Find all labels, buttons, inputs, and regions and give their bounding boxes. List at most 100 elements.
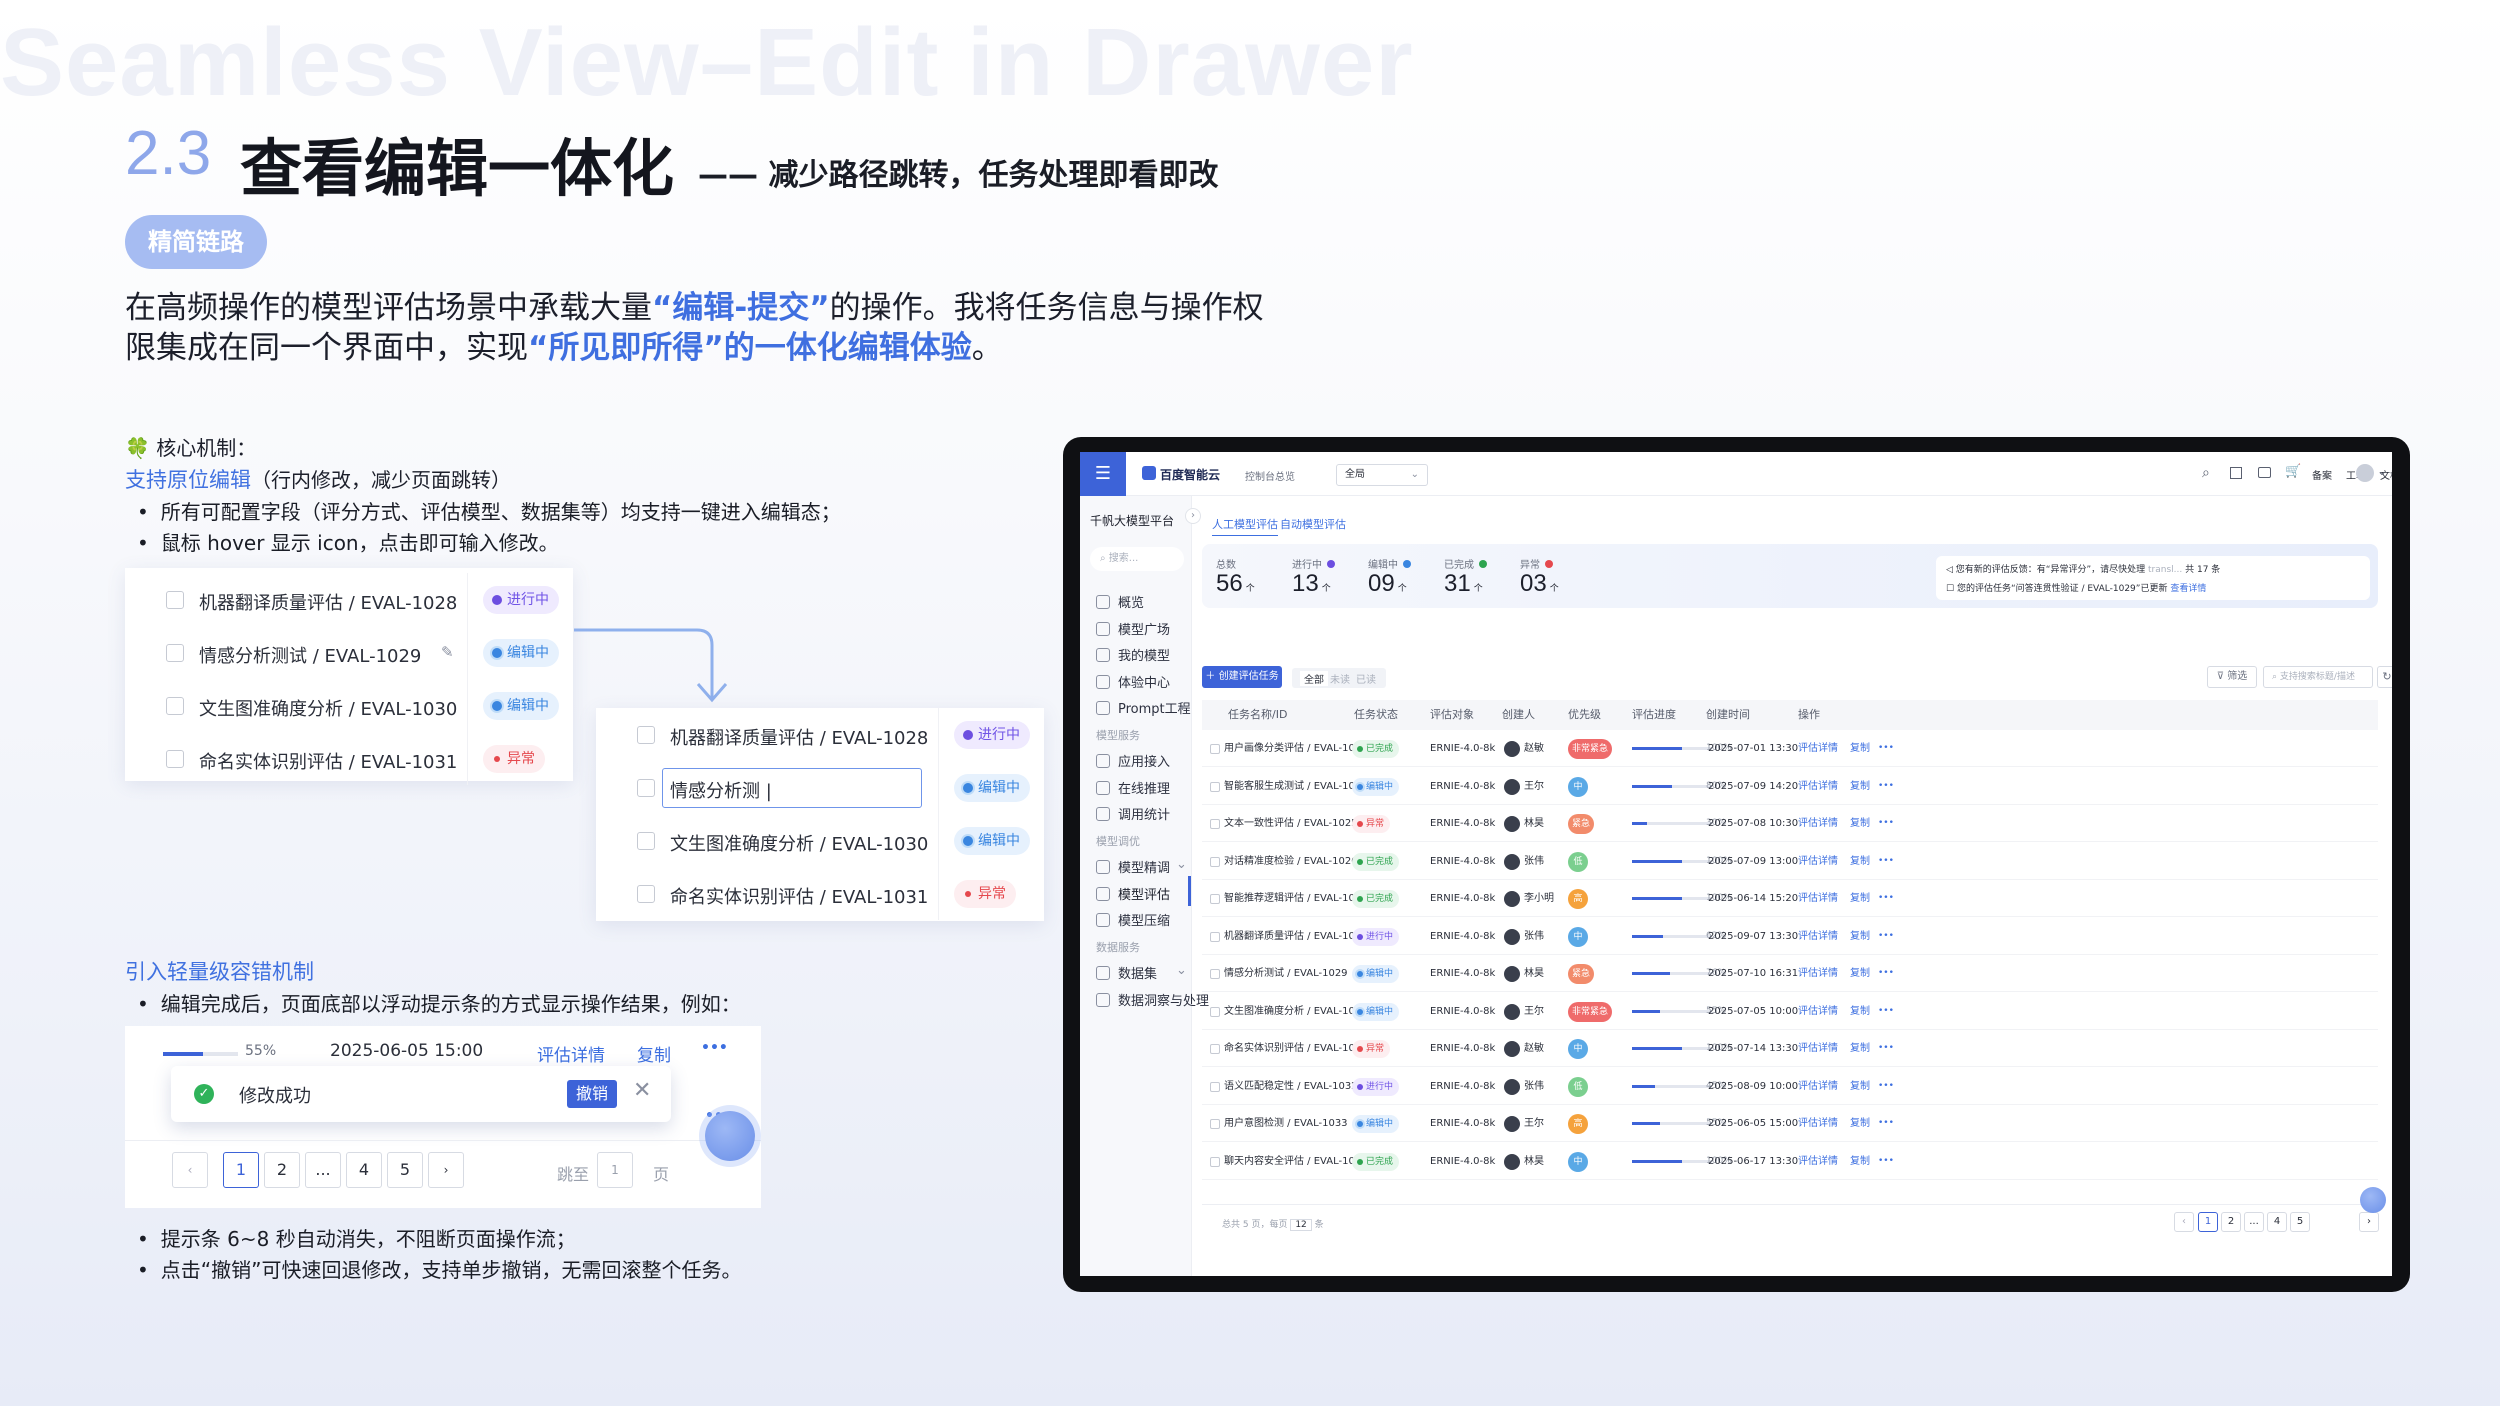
detail-link[interactable]: 评估详情 <box>537 1041 605 1066</box>
message-icon[interactable] <box>2258 467 2271 478</box>
page-button[interactable]: 2 <box>2221 1212 2241 1232</box>
copy-link[interactable]: 复制 <box>1850 730 1870 767</box>
table-row[interactable]: 用户画像分类评估 / EVAL-1023 已完成 ERNIE-4.0-8k 赵敏 非常紧… <box>1202 730 2378 767</box>
next-page-button[interactable]: › <box>2359 1212 2379 1232</box>
column-header[interactable]: 操作 <box>1798 700 1820 730</box>
sidebar-item[interactable]: 数据洞察与处理 <box>1096 990 1209 1009</box>
sidebar-item[interactable]: 调用统计 <box>1096 804 1170 823</box>
table-row[interactable]: 智能客服生成测试 / EVAL-1024 编辑中 ERNIE-4.0-8k 王尔中 80… <box>1202 768 2378 805</box>
copy-link[interactable]: 复制 <box>1850 1105 1870 1142</box>
notice-item[interactable]: ☐ 您的评估任务“问答连贯性验证 / EVAL-1029”已更新 查看详情 <box>1946 581 2206 594</box>
column-header[interactable]: 任务名称/ID <box>1228 700 1287 730</box>
notice-item[interactable]: ◁ 您有新的评估反馈：有“异常评分”，请尽快处理 transl... 共 17 … <box>1946 562 2220 575</box>
column-header[interactable]: 创建人 <box>1502 700 1535 730</box>
row-checkbox[interactable] <box>1210 744 1220 754</box>
next-page-button[interactable]: › <box>428 1152 464 1188</box>
more-icon[interactable]: ••• <box>701 1040 728 1056</box>
row-checkbox[interactable] <box>1210 1119 1220 1129</box>
more-icon[interactable]: ••• <box>1878 880 1894 917</box>
table-row[interactable]: 对话精准度检验 / EVAL-1026 已完成 ERNIE-4.0-8k 张伟低 100… <box>1202 843 2378 880</box>
sidebar-item[interactable]: 模型压缩 <box>1096 910 1170 929</box>
qrcode-icon[interactable] <box>2230 467 2242 479</box>
undo-button[interactable]: 撤销 <box>567 1080 617 1108</box>
table-row[interactable]: 智能推荐逻辑评估 / EVAL-1027 已完成 ERNIE-4.0-8k 李小明高 1… <box>1202 880 2378 917</box>
more-icon[interactable]: ••• <box>1878 805 1894 842</box>
checkbox[interactable] <box>637 778 655 797</box>
detail-link[interactable]: 评估详情 <box>1798 843 1838 880</box>
checkbox[interactable] <box>166 643 184 662</box>
close-icon[interactable]: ✕ <box>633 1078 651 1103</box>
list-item[interactable]: 命名实体识别评估 / EVAL-1031 异常 <box>125 732 573 785</box>
detail-link[interactable]: 评估详情 <box>1798 1105 1838 1142</box>
list-item[interactable]: 机器翻译质量评估 / EVAL-1028 进行中 <box>596 708 1044 761</box>
page-button[interactable]: ... <box>2244 1212 2264 1232</box>
topnav-item[interactable]: 备案 <box>2312 471 2332 482</box>
table-row[interactable]: 用户意图检测 / EVAL-1033 编辑中 ERNIE-4.0-8k 王尔高 55% 2… <box>1202 1105 2378 1142</box>
sidebar-item[interactable]: 我的模型 <box>1096 645 1170 664</box>
copy-link[interactable]: 复制 <box>1850 805 1870 842</box>
filter-unread[interactable]: 未读 <box>1330 671 1350 686</box>
list-item[interactable]: 文生图准确度分析 / EVAL-1030 编辑中 <box>125 679 573 732</box>
table-search-input[interactable]: ⌕ 支持搜索标题/描述 <box>2263 666 2373 688</box>
sidebar-item[interactable]: Prompt工程 ⌄ <box>1096 698 1191 717</box>
checkbox[interactable] <box>166 749 184 768</box>
detail-link[interactable]: 评估详情 <box>1798 1143 1838 1180</box>
sidebar-item[interactable]: 体验中心 <box>1096 672 1170 691</box>
list-item[interactable]: 情感分析测 | 编辑中 <box>596 761 1044 814</box>
list-item[interactable]: 文生图准确度分析 / EVAL-1030 编辑中 <box>596 814 1044 867</box>
page-button[interactable]: 5 <box>2290 1212 2310 1232</box>
sidebar-item[interactable]: 概览 <box>1096 592 1144 611</box>
search-icon[interactable]: ⌕ <box>2202 465 2210 481</box>
detail-link[interactable]: 评估详情 <box>1798 880 1838 917</box>
page-button[interactable]: 5 <box>387 1152 423 1188</box>
column-header[interactable]: 创建时间 <box>1706 700 1750 730</box>
row-checkbox[interactable] <box>1210 856 1220 867</box>
detail-link[interactable]: 评估详情 <box>1798 1030 1838 1067</box>
assistant-icon[interactable] <box>2360 1187 2386 1213</box>
table-row[interactable]: 机器翻译质量评估 / EVAL-1028 进行中 ERNIE-4.0-8k 张伟中 62… <box>1202 918 2378 955</box>
create-task-button[interactable]: ＋ 创建评估任务 <box>1202 666 1282 688</box>
copy-link[interactable]: 复制 <box>1850 993 1870 1030</box>
table-row[interactable]: 语义匹配稳定性 / EVAL-1032 进行中 ERNIE-4.0-8k 张伟低 45%… <box>1202 1068 2378 1105</box>
table-row[interactable]: 文生图准确度分析 / EVAL-1030 编辑中 ERNIE-4.0-8k 王尔 非常紧… <box>1202 993 2378 1030</box>
row-checkbox[interactable] <box>1210 781 1220 792</box>
sidebar-search-input[interactable]: ⌕ 搜索... <box>1090 547 1184 571</box>
filter-all[interactable]: 全部 <box>1300 671 1328 686</box>
more-icon[interactable]: ••• <box>1878 730 1894 767</box>
table-row[interactable]: 文本一致性评估 / EVAL-1025 异常 ERNIE-4.0-8k 林昊 紧急 30%… <box>1202 805 2378 842</box>
column-header[interactable]: 优先级 <box>1568 700 1601 730</box>
column-header[interactable]: 评估进度 <box>1632 700 1676 730</box>
sidebar-item[interactable]: 模型评估 <box>1096 884 1170 903</box>
row-checkbox[interactable] <box>1210 1044 1220 1054</box>
table-row[interactable]: 聊天内容安全评估 / EVAL-1034 已完成 ERNIE-4.0-8k 林昊中 10… <box>1202 1143 2378 1180</box>
filter-read[interactable]: 已读 <box>1356 671 1376 686</box>
more-icon[interactable]: ••• <box>1878 955 1894 992</box>
sidebar-item[interactable]: 数据集 ⌄ <box>1096 963 1187 982</box>
copy-link[interactable]: 复制 <box>1850 1068 1870 1105</box>
sidebar-item[interactable]: 在线推理 <box>1096 778 1170 797</box>
collapse-sidebar-icon[interactable]: › <box>1185 508 1201 524</box>
filter-button[interactable]: ⊽ 筛选 <box>2207 666 2257 688</box>
row-checkbox[interactable] <box>1210 931 1220 942</box>
detail-link[interactable]: 评估详情 <box>1798 918 1838 955</box>
sidebar-item[interactable]: 应用接入 <box>1096 751 1170 770</box>
table-row[interactable]: 命名实体识别评估 / EVAL-1031 异常 ERNIE-4.0-8k 赵敏中 100… <box>1202 1030 2378 1067</box>
copy-link[interactable]: 复制 <box>1850 918 1870 955</box>
row-checkbox[interactable] <box>1210 969 1220 979</box>
page-button[interactable]: 1 <box>223 1152 259 1188</box>
copy-link[interactable]: 复制 <box>1850 843 1870 880</box>
page-button[interactable]: 4 <box>2267 1212 2287 1232</box>
detail-link[interactable]: 评估详情 <box>1798 768 1838 805</box>
list-item[interactable]: 机器翻译质量评估 / EVAL-1028 进行中 <box>125 573 573 626</box>
column-header[interactable]: 任务状态 <box>1354 700 1398 730</box>
edit-icon[interactable]: ✎ <box>441 643 454 661</box>
copy-link[interactable]: 复制 <box>1850 1030 1870 1067</box>
console-link[interactable]: 控制台总览 <box>1245 468 1295 483</box>
sidebar-item[interactable]: 模型广场 <box>1096 619 1170 638</box>
checkbox[interactable] <box>166 696 184 715</box>
more-icon[interactable]: ••• <box>1878 1143 1894 1180</box>
row-checkbox[interactable] <box>1210 1006 1220 1017</box>
checkbox[interactable] <box>637 831 655 850</box>
chevron-down-icon[interactable]: ⌄ <box>1176 857 1187 872</box>
row-checkbox[interactable] <box>1210 819 1220 829</box>
